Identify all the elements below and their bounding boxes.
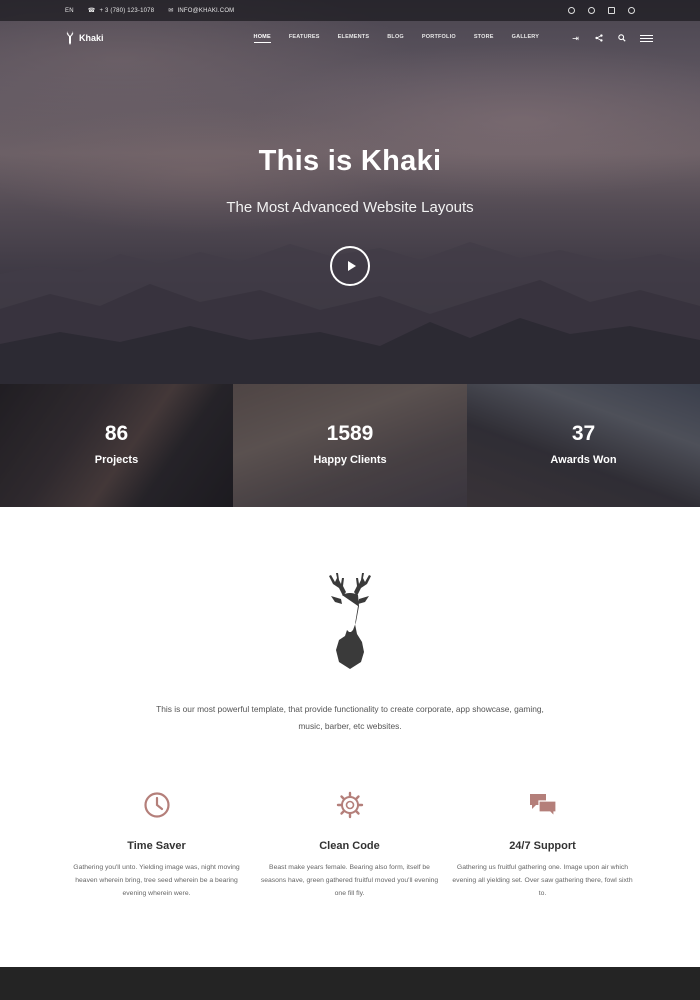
stats-section: 86 Projects 1589 Happy Clients 37 Awards…	[0, 384, 700, 507]
feature-description: Gathering us fruitful gathering one. Ima…	[452, 864, 633, 897]
language-selector[interactable]: EN	[65, 8, 74, 14]
clock-icon	[60, 790, 253, 820]
login-icon[interactable]: ⇥	[571, 34, 580, 43]
feature-card: Time Saver Gathering you'll unto. Yieldi…	[60, 790, 253, 900]
social-links	[555, 7, 635, 14]
nav-link-store[interactable]: STORE	[474, 34, 494, 43]
gear-icon	[253, 790, 446, 820]
envelope-icon: ✉	[168, 8, 174, 14]
stat-label: Happy Clients	[313, 454, 387, 466]
footer	[0, 967, 700, 1000]
deer-logo-icon	[66, 31, 74, 45]
top-bar: EN ☎ + 3 (780) 123-1078 ✉ INFO@KHAKI.COM	[0, 0, 700, 21]
site-logo[interactable]: Khaki	[65, 31, 104, 45]
menu-icon[interactable]	[640, 33, 654, 44]
play-video-button[interactable]	[330, 246, 370, 286]
twitter-icon[interactable]	[568, 7, 575, 14]
feature-card: Clean Code Beast make years female. Bear…	[253, 790, 446, 900]
phone-text: + 3 (780) 123-1078	[99, 7, 155, 14]
nav-actions: ⇥	[557, 33, 654, 44]
feature-card: 24/7 Support Gathering us fruitful gathe…	[446, 790, 639, 900]
instagram-icon[interactable]	[608, 7, 615, 14]
email-text: INFO@KHAKI.COM	[177, 7, 235, 14]
nav-link-features[interactable]: FEATURES	[289, 34, 320, 43]
feature-title: Time Saver	[127, 840, 186, 852]
feature-description: Gathering you'll unto. Yielding image wa…	[73, 864, 240, 897]
stat-value: 1589	[326, 422, 374, 445]
search-icon[interactable]	[617, 33, 626, 43]
stat-happy-clients: 1589 Happy Clients	[233, 384, 467, 507]
deer-head-icon	[329, 573, 371, 669]
dribbble-icon[interactable]	[588, 7, 595, 14]
share-icon[interactable]	[594, 33, 603, 43]
nav-link-home[interactable]: HOME	[253, 34, 271, 43]
pinterest-icon[interactable]	[628, 7, 635, 14]
stat-projects: 86 Projects	[0, 384, 233, 507]
stat-value: 86	[104, 422, 129, 445]
about-description: This is our most powerful template, that…	[156, 704, 544, 731]
main-navbar: Khaki HOME FEATURES ELEMENTS BLOG PORTFO…	[0, 21, 700, 55]
phone-contact[interactable]: ☎ + 3 (780) 123-1078	[87, 7, 155, 15]
stat-awards-won: 37 Awards Won	[467, 384, 700, 507]
play-icon	[348, 261, 356, 271]
nav-link-portfolio[interactable]: PORTFOLIO	[422, 34, 456, 43]
features-section: Time Saver Gathering you'll unto. Yieldi…	[60, 790, 640, 900]
stat-label: Projects	[94, 454, 139, 466]
nav-menu: HOME FEATURES ELEMENTS BLOG PORTFOLIO ST…	[253, 34, 558, 43]
stat-value: 37	[571, 422, 596, 445]
mountains-background	[0, 242, 700, 384]
phone-icon: ☎	[87, 8, 96, 14]
nav-link-gallery[interactable]: GALLERY	[512, 34, 539, 43]
nav-link-blog[interactable]: BLOG	[387, 34, 404, 43]
stat-label: Awards Won	[550, 454, 617, 466]
nav-link-elements[interactable]: ELEMENTS	[338, 34, 370, 43]
hero-subtitle: The Most Advanced Website Layouts	[226, 199, 474, 216]
feature-title: Clean Code	[319, 840, 380, 852]
language-label: EN	[65, 7, 74, 14]
hero-section: EN ☎ + 3 (780) 123-1078 ✉ INFO@KHAKI.COM…	[0, 0, 700, 384]
chat-icon	[446, 790, 639, 820]
email-contact[interactable]: ✉ INFO@KHAKI.COM	[168, 7, 235, 15]
logo-text: Khaki	[79, 33, 104, 43]
hero-title: This is Khaki	[258, 145, 442, 177]
feature-title: 24/7 Support	[509, 840, 576, 852]
feature-description: Beast make years female. Bearing also fo…	[260, 864, 439, 897]
